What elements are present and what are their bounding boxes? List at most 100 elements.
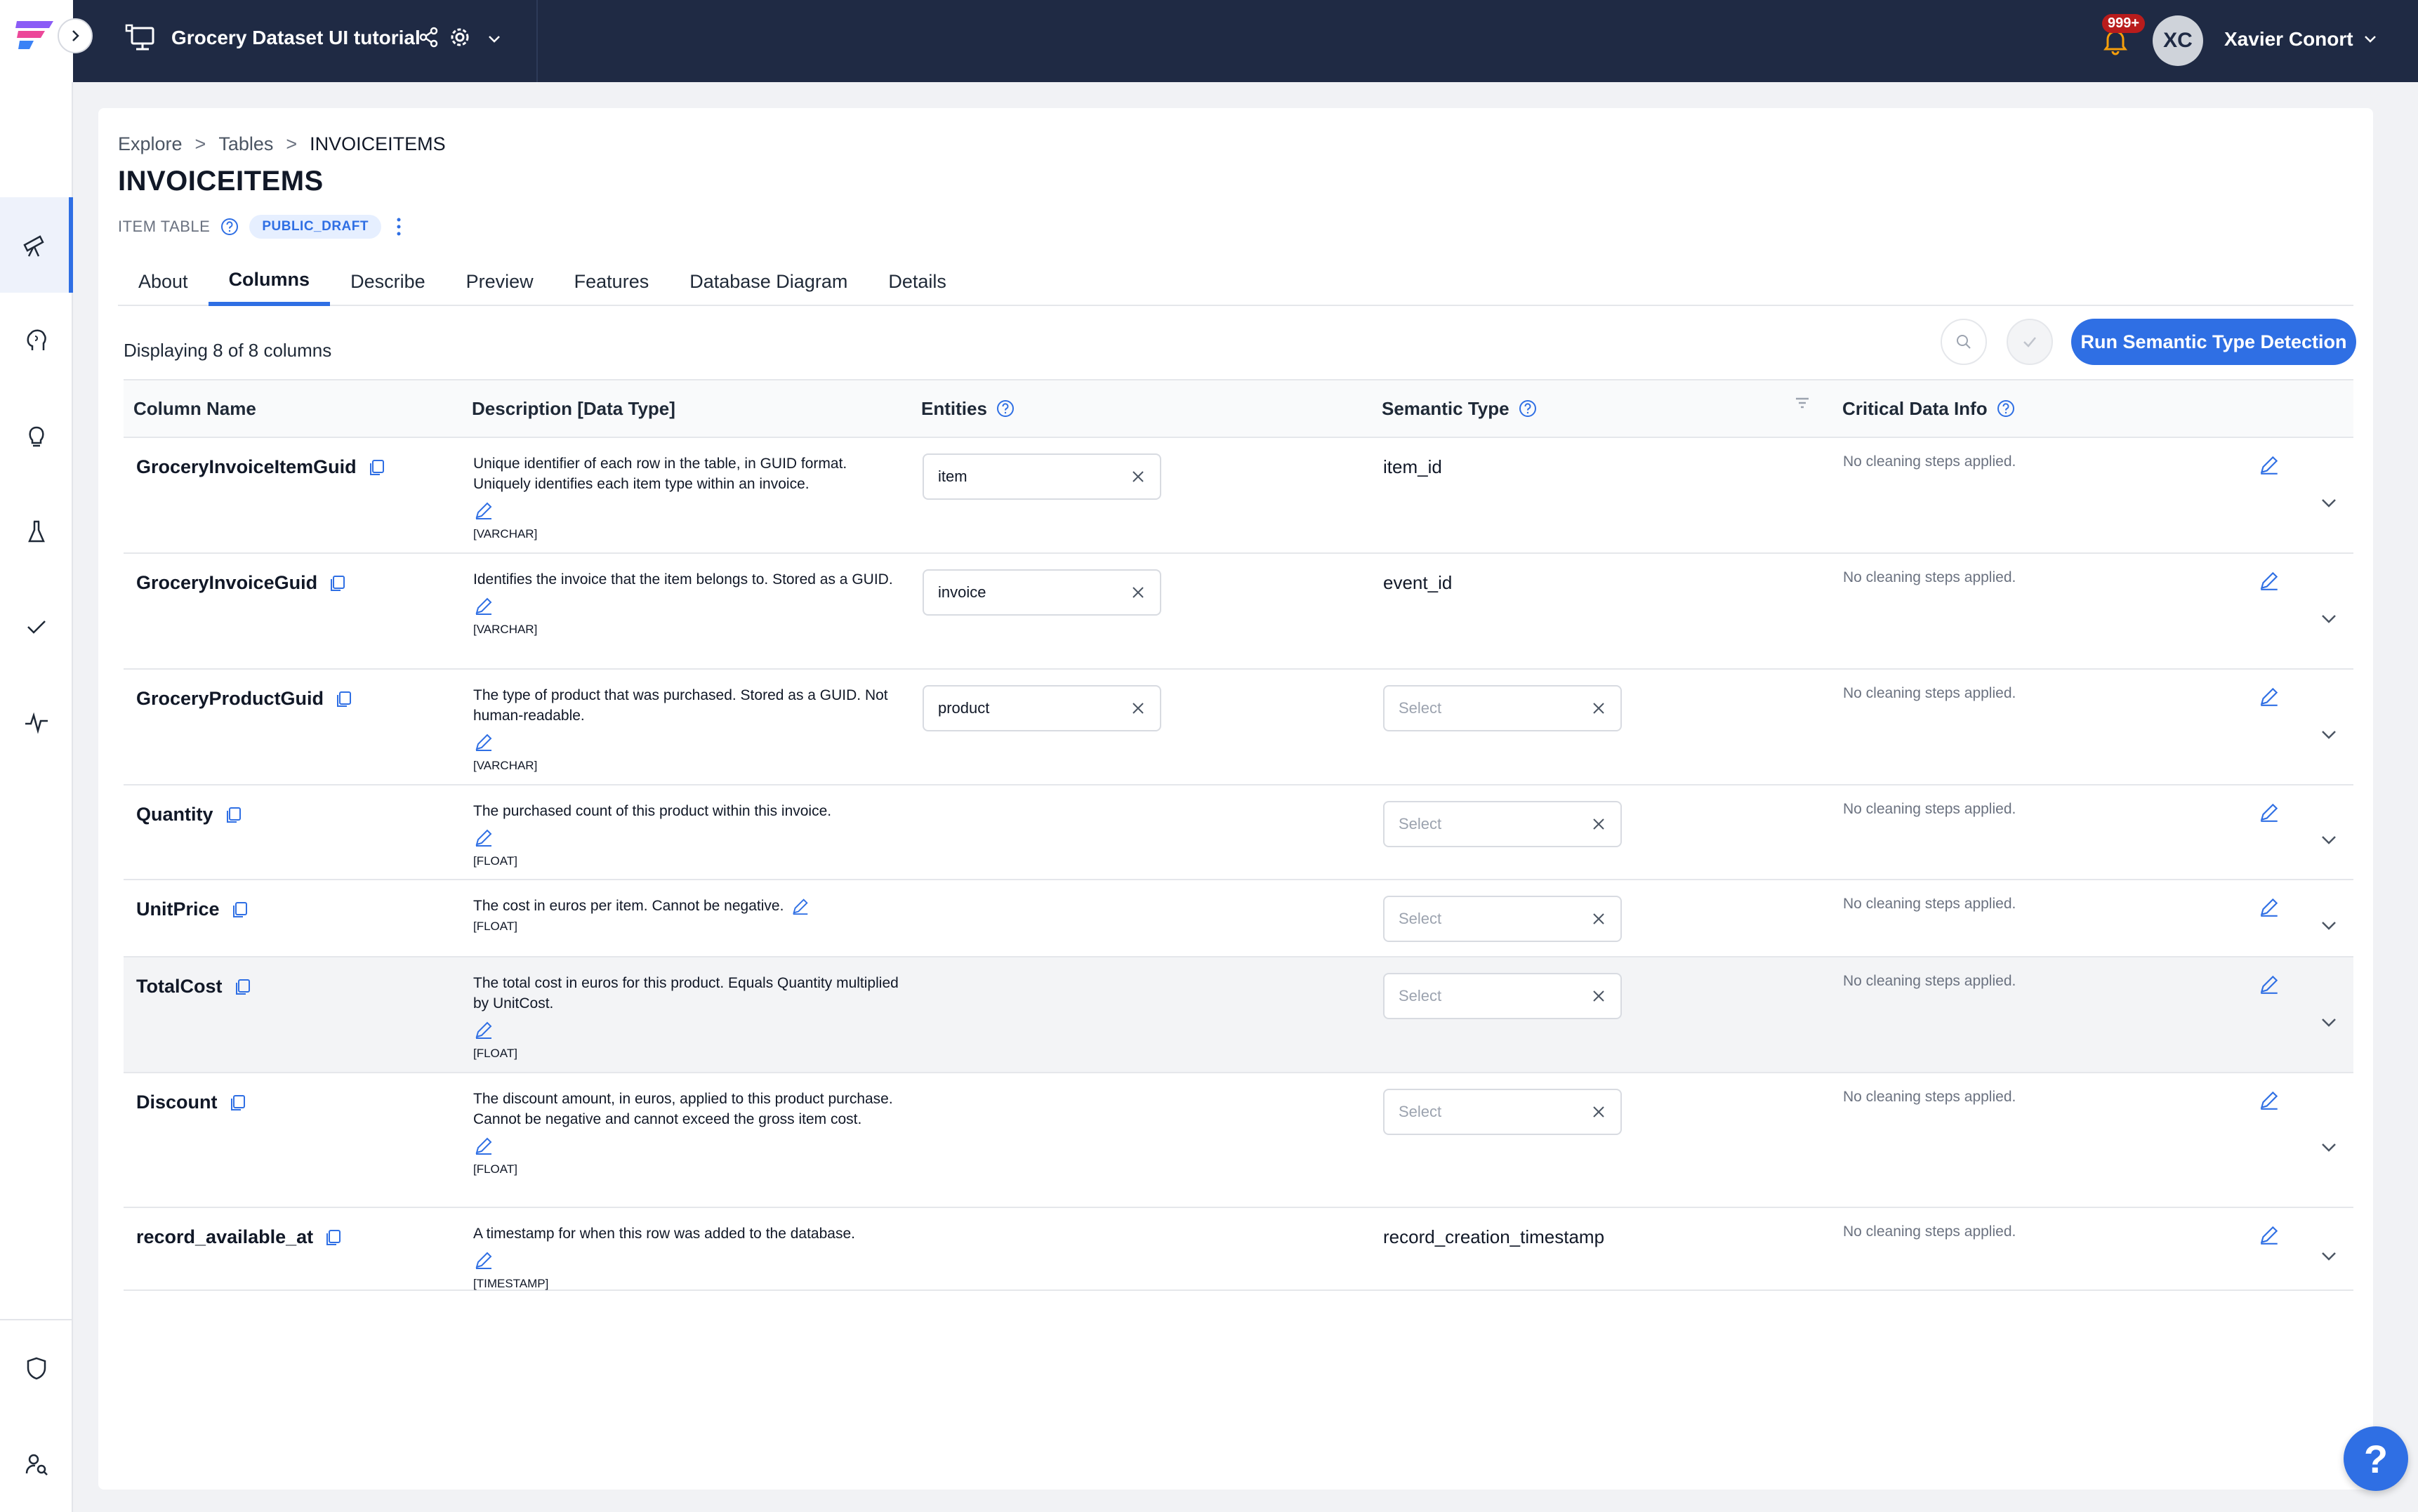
column-name-text: GroceryProductGuid (136, 688, 324, 709)
sidebar-item-monitor[interactable] (0, 675, 73, 770)
copy-icon[interactable] (230, 900, 249, 920)
clear-icon[interactable] (1591, 816, 1606, 832)
edit-critical-info-icon[interactable] (2258, 896, 2280, 918)
expand-chevron-icon[interactable] (2317, 1244, 2341, 1268)
breadcrumb-explore[interactable]: Explore (118, 133, 183, 155)
copy-icon[interactable] (232, 977, 252, 997)
table-row[interactable]: TotalCost The total cost in euros for thi… (124, 957, 2353, 1073)
tab-features[interactable]: Features (554, 257, 670, 306)
sidebar-item-approve[interactable] (0, 579, 73, 675)
clear-icon[interactable] (1591, 988, 1606, 1004)
edit-icon[interactable] (473, 595, 494, 616)
status-badge[interactable]: PUBLIC_DRAFT (249, 215, 381, 239)
edit-critical-info-icon[interactable] (2258, 973, 2280, 995)
edit-icon[interactable] (473, 1135, 494, 1156)
tab-about[interactable]: About (118, 257, 209, 306)
semantic-type-value[interactable]: record_creation_timestamp (1383, 1226, 1604, 1248)
expand-chevron-icon[interactable] (2317, 606, 2341, 630)
clear-icon[interactable] (1130, 469, 1146, 484)
entity-tag[interactable]: item (923, 453, 1161, 500)
copy-icon[interactable] (327, 573, 347, 593)
semantic-type-select[interactable]: Select (1383, 685, 1622, 731)
edit-icon[interactable] (473, 1249, 494, 1271)
edit-icon[interactable] (473, 731, 494, 752)
table-row[interactable]: GroceryProductGuid The type of product th… (124, 670, 2353, 785)
tab-preview[interactable]: Preview (446, 257, 554, 306)
project-title[interactable]: Grocery Dataset UI tutorial (171, 27, 421, 49)
copy-icon[interactable] (227, 1093, 247, 1113)
copy-icon[interactable] (366, 458, 386, 477)
sidebar-item-ideas[interactable] (0, 388, 73, 484)
semantic-type-select[interactable]: Select (1383, 1089, 1622, 1135)
table-row[interactable]: Discount The discount amount, in euros, a… (124, 1073, 2353, 1208)
semantic-type-select[interactable]: Select (1383, 896, 1622, 942)
copy-icon[interactable] (333, 689, 353, 709)
table-row[interactable]: record_available_at A timestamp for when … (124, 1208, 2353, 1291)
table-row[interactable]: GroceryInvoiceGuid Identifies the invoice… (124, 554, 2353, 670)
table-row[interactable]: GroceryInvoiceItemGuid Unique identifier … (124, 438, 2353, 554)
tab-details[interactable]: Details (868, 257, 967, 306)
edit-icon[interactable] (473, 500, 494, 521)
clear-icon[interactable] (1130, 701, 1146, 716)
clear-icon[interactable] (1591, 911, 1606, 927)
help-circle-icon[interactable] (996, 399, 1015, 418)
semantic-type-value[interactable]: item_id (1383, 456, 1442, 478)
sidebar-item-explore[interactable] (0, 197, 73, 293)
expand-chevron-icon[interactable] (2317, 722, 2341, 746)
confirm-button[interactable] (2007, 319, 2053, 365)
help-circle-icon[interactable] (1996, 399, 2016, 418)
copy-icon[interactable] (223, 805, 243, 825)
user-menu-chevron-icon[interactable] (2360, 29, 2380, 49)
sidebar-item-users[interactable] (0, 1416, 73, 1511)
edit-critical-info-icon[interactable] (2258, 1089, 2280, 1111)
sidebar-item-experiment[interactable] (0, 484, 73, 579)
semantic-type-value[interactable]: event_id (1383, 572, 1452, 594)
project-menu-chevron-icon[interactable] (484, 29, 504, 49)
data-type: [TIMESTAMP] (473, 1277, 549, 1290)
sidebar-item-admin[interactable] (0, 1320, 73, 1416)
entity-tag[interactable]: product (923, 685, 1161, 731)
semantic-type-select[interactable]: Select (1383, 801, 1622, 847)
edit-critical-info-icon[interactable] (2258, 569, 2280, 592)
expand-chevron-icon[interactable] (2317, 1135, 2341, 1159)
run-semantic-type-detection-button[interactable]: Run Semantic Type Detection (2071, 319, 2356, 365)
table-row[interactable]: UnitPrice The cost in euros per item. Can… (124, 880, 2353, 957)
more-vertical-icon[interactable] (391, 215, 407, 238)
semantic-type-select[interactable]: Select (1383, 973, 1622, 1019)
avatar[interactable]: XC (2153, 15, 2203, 66)
help-circle-icon[interactable] (220, 217, 239, 237)
entity-tag[interactable]: invoice (923, 569, 1161, 616)
table-row[interactable]: Quantity The purchased count of this prod… (124, 785, 2353, 880)
expand-chevron-icon[interactable] (2317, 491, 2341, 515)
edit-critical-info-icon[interactable] (2258, 685, 2280, 708)
expand-chevron-icon[interactable] (2317, 913, 2341, 937)
edit-critical-info-icon[interactable] (2258, 453, 2280, 476)
tab-columns[interactable]: Columns (208, 257, 331, 306)
breadcrumb-tables[interactable]: Tables (218, 133, 273, 155)
tab-describe[interactable]: Describe (330, 257, 446, 306)
expand-chevron-icon[interactable] (2317, 1010, 2341, 1034)
edit-critical-info-icon[interactable] (2258, 1223, 2280, 1246)
description-text: The type of product that was purchased. … (473, 687, 888, 724)
copy-icon[interactable] (323, 1228, 343, 1247)
column-name-text: UnitPrice (136, 898, 220, 920)
share-icon[interactable] (418, 27, 440, 48)
edit-icon[interactable] (473, 827, 494, 848)
app-logo-icon[interactable] (14, 18, 56, 52)
expand-chevron-icon[interactable] (2317, 828, 2341, 851)
help-button[interactable]: ? (2344, 1426, 2408, 1491)
clear-icon[interactable] (1591, 1104, 1606, 1120)
search-button[interactable] (1941, 319, 1987, 365)
user-name[interactable]: Xavier Conort (2224, 28, 2353, 51)
clear-icon[interactable] (1130, 585, 1146, 600)
clear-icon[interactable] (1591, 701, 1606, 716)
help-circle-icon[interactable] (1518, 399, 1538, 418)
edit-critical-info-icon[interactable] (2258, 801, 2280, 823)
sidebar-item-ideate[interactable] (0, 293, 73, 388)
filter-icon[interactable] (1793, 394, 1811, 413)
edit-icon[interactable] (791, 896, 810, 916)
edit-icon[interactable] (473, 1019, 494, 1040)
sidebar-toggle-button[interactable] (58, 18, 93, 53)
gear-icon[interactable] (448, 25, 472, 49)
tab-database-diagram[interactable]: Database Diagram (669, 257, 868, 306)
